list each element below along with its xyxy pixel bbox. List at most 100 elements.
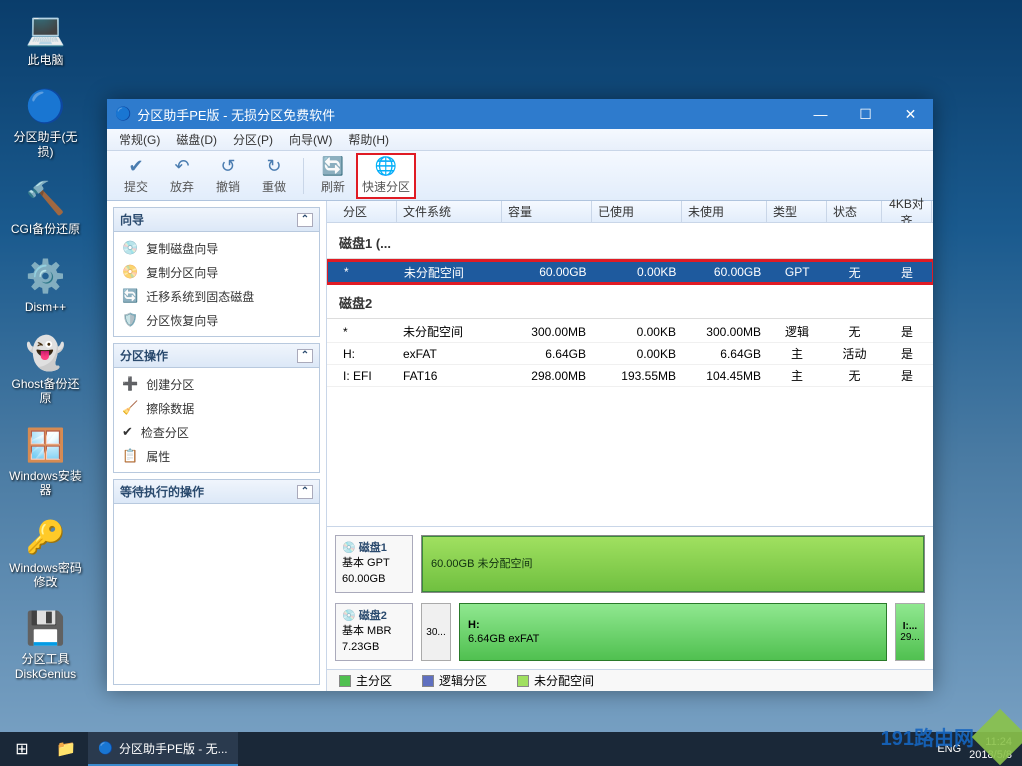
desktop-icon-dism[interactable]: ⚙️Dism++ — [8, 255, 83, 314]
hammer-icon: 🔨 — [25, 177, 67, 219]
partition-row[interactable]: I: EFI FAT16 298.00MB 193.55MB 104.45MB … — [327, 365, 933, 387]
header-partition[interactable]: 分区 — [327, 201, 397, 222]
redo-icon: ↻ — [266, 156, 281, 177]
menu-partition[interactable]: 分区(P) — [225, 129, 281, 150]
desktop-icon-windows-password[interactable]: 🔑Windows密码修改 — [8, 516, 83, 590]
desktop-icons: 💻此电脑 🔵分区助手(无损) 🔨CGI备份还原 ⚙️Dism++ 👻Ghost备… — [8, 8, 83, 681]
panel-header-wizard[interactable]: 向导⌃ — [114, 208, 319, 232]
maximize-button[interactable]: ☐ — [843, 99, 888, 129]
header-type[interactable]: 类型 — [767, 201, 827, 222]
panel-header-pending[interactable]: 等待执行的操作⌃ — [114, 480, 319, 504]
disk-icon: 💿 — [342, 609, 356, 624]
partition-row[interactable]: * 未分配空间 300.00MB 0.00KB 300.00MB 逻辑 无 是 — [327, 321, 933, 343]
sidebar-item-migrate-ssd[interactable]: 🔄迁移系统到固态磁盘 — [114, 284, 319, 308]
redo-button[interactable]: ↻重做 — [251, 154, 297, 198]
chevron-up-icon[interactable]: ⌃ — [297, 349, 313, 363]
app-icon: 🔵 — [115, 106, 131, 122]
disk1-graphic-row: 💿磁盘1 基本 GPT 60.00GB 60.00GB 未分配空间 — [335, 535, 925, 593]
titlebar[interactable]: 🔵 分区助手PE版 - 无损分区免费软件 ― ☐ ✕ — [107, 99, 933, 129]
close-button[interactable]: ✕ — [888, 99, 933, 129]
sidebar-item-copy-disk[interactable]: 💿复制磁盘向导 — [114, 236, 319, 260]
taskbar: ⊞ 📁 🔵分区助手PE版 - 无... ENG 11:24 2018/5/8 — [0, 732, 1022, 766]
header-filesystem[interactable]: 文件系统 — [397, 201, 502, 222]
header-status[interactable]: 状态 — [827, 201, 882, 222]
refresh-button[interactable]: 🔄刷新 — [310, 154, 356, 198]
desktop-icon-cgi-backup[interactable]: 🔨CGI备份还原 — [8, 177, 83, 236]
undo-icon: ↺ — [220, 156, 235, 177]
menu-wizard[interactable]: 向导(W) — [281, 129, 340, 150]
ghost-icon: 👻 — [25, 332, 67, 374]
globe-icon: 🌐 — [375, 156, 397, 177]
shield-icon: 🛡️ — [122, 312, 138, 328]
sidebar-item-wipe-data[interactable]: 🧹擦除数据 — [114, 396, 319, 420]
partition-small[interactable]: 30... — [421, 603, 451, 661]
main-area: 向导⌃ 💿复制磁盘向导 📀复制分区向导 🔄迁移系统到固态磁盘 🛡️分区恢复向导 … — [107, 201, 933, 691]
menubar: 常规(G) 磁盘(D) 分区(P) 向导(W) 帮助(H) — [107, 129, 933, 151]
refresh-icon: 🔄 — [322, 156, 344, 177]
menu-general[interactable]: 常规(G) — [111, 129, 168, 150]
window-title: 分区助手PE版 - 无损分区免费软件 — [137, 105, 798, 124]
file-explorer-button[interactable]: 📁 — [44, 732, 88, 766]
sidebar-item-copy-partition[interactable]: 📀复制分区向导 — [114, 260, 319, 284]
partition-row[interactable]: * 未分配空间 60.00GB 0.00KB 60.00GB GPT 无 是 — [327, 261, 933, 283]
undo-icon: ↶ — [174, 156, 189, 177]
app-icon: 🔵 — [98, 741, 113, 755]
header-4k-align[interactable]: 4KB对齐 — [882, 201, 932, 222]
apply-button[interactable]: ✔提交 — [113, 154, 159, 198]
sidebar-item-create-partition[interactable]: ➕创建分区 — [114, 372, 319, 396]
pc-icon: 💻 — [25, 8, 67, 50]
chevron-up-icon[interactable]: ⌃ — [297, 213, 313, 227]
app-icon: 🔵 — [25, 85, 67, 127]
partition-i[interactable]: I:... 29... — [895, 603, 925, 661]
toolbar-separator — [303, 158, 304, 194]
sidebar-item-properties[interactable]: 📋属性 — [114, 444, 319, 468]
content-area: 分区 文件系统 容量 已使用 未使用 类型 状态 4KB对齐 磁盘1 (... … — [327, 201, 933, 691]
legend-bar: 主分区 逻辑分区 未分配空间 — [327, 669, 933, 691]
wipe-icon: 🧹 — [122, 400, 138, 416]
panel-pending: 等待执行的操作⌃ — [113, 479, 320, 685]
taskbar-app-button[interactable]: 🔵分区助手PE版 - 无... — [88, 732, 238, 766]
check-icon: ✔ — [128, 156, 143, 177]
sidebar-item-recovery[interactable]: 🛡️分区恢复向导 — [114, 308, 319, 332]
desktop-icon-partition-assistant[interactable]: 🔵分区助手(无损) — [8, 85, 83, 159]
sidebar-item-check-partition[interactable]: ✔检查分区 — [114, 420, 319, 444]
partition-unallocated[interactable]: 60.00GB 未分配空间 — [422, 536, 924, 592]
disk1-info[interactable]: 💿磁盘1 基本 GPT 60.00GB — [335, 535, 413, 593]
swatch-unallocated — [517, 675, 529, 687]
header-capacity[interactable]: 容量 — [502, 201, 592, 222]
disk2-info[interactable]: 💿磁盘2 基本 MBR 7.23GB — [335, 603, 413, 661]
desktop-icon-ghost-backup[interactable]: 👻Ghost备份还原 — [8, 332, 83, 406]
menu-help[interactable]: 帮助(H) — [340, 129, 397, 150]
menu-disk[interactable]: 磁盘(D) — [168, 129, 225, 150]
tray-clock[interactable]: 11:24 2018/5/8 — [969, 736, 1012, 762]
disk1-title[interactable]: 磁盘1 (... — [327, 223, 933, 259]
legend-logical: 逻辑分区 — [422, 672, 487, 689]
disk2-title[interactable]: 磁盘2 — [327, 283, 933, 319]
quick-partition-button[interactable]: 🌐快速分区 — [356, 153, 416, 199]
swatch-logical — [422, 675, 434, 687]
desktop-icon-this-pc[interactable]: 💻此电脑 — [8, 8, 83, 67]
partition-icon: 📀 — [122, 264, 138, 280]
partition-h[interactable]: H: 6.64GB exFAT — [459, 603, 887, 661]
panel-wizard: 向导⌃ 💿复制磁盘向导 📀复制分区向导 🔄迁移系统到固态磁盘 🛡️分区恢复向导 — [113, 207, 320, 337]
discard-button[interactable]: ↶放弃 — [159, 154, 205, 198]
chevron-up-icon[interactable]: ⌃ — [297, 485, 313, 499]
key-icon: 🔑 — [25, 516, 67, 558]
header-used[interactable]: 已使用 — [592, 201, 682, 222]
header-free[interactable]: 未使用 — [682, 201, 767, 222]
disk-graphics-area: 💿磁盘1 基本 GPT 60.00GB 60.00GB 未分配空间 💿磁盘2 基… — [327, 526, 933, 669]
minimize-button[interactable]: ― — [798, 99, 843, 129]
panel-header-ops[interactable]: 分区操作⌃ — [114, 344, 319, 368]
windows-icon: 🪟 — [25, 424, 67, 466]
disk-icon: 💾 — [25, 607, 67, 649]
system-tray: ENG 11:24 2018/5/8 — [927, 736, 1022, 762]
tray-lang[interactable]: ENG — [937, 743, 961, 755]
desktop-icon-diskgenius[interactable]: 💾分区工具DiskGenius — [8, 607, 83, 681]
partition-row[interactable]: H: exFAT 6.64GB 0.00KB 6.64GB 主 活动 是 — [327, 343, 933, 365]
partition-grid-body[interactable]: 磁盘1 (... * 未分配空间 60.00GB 0.00KB 60.00GB … — [327, 223, 933, 526]
undo-button[interactable]: ↺撤销 — [205, 154, 251, 198]
desktop-icon-windows-installer[interactable]: 🪟Windows安装器 — [8, 424, 83, 498]
disk-icon: 💿 — [122, 240, 138, 256]
plus-icon: ➕ — [122, 376, 138, 392]
start-button[interactable]: ⊞ — [0, 732, 44, 766]
